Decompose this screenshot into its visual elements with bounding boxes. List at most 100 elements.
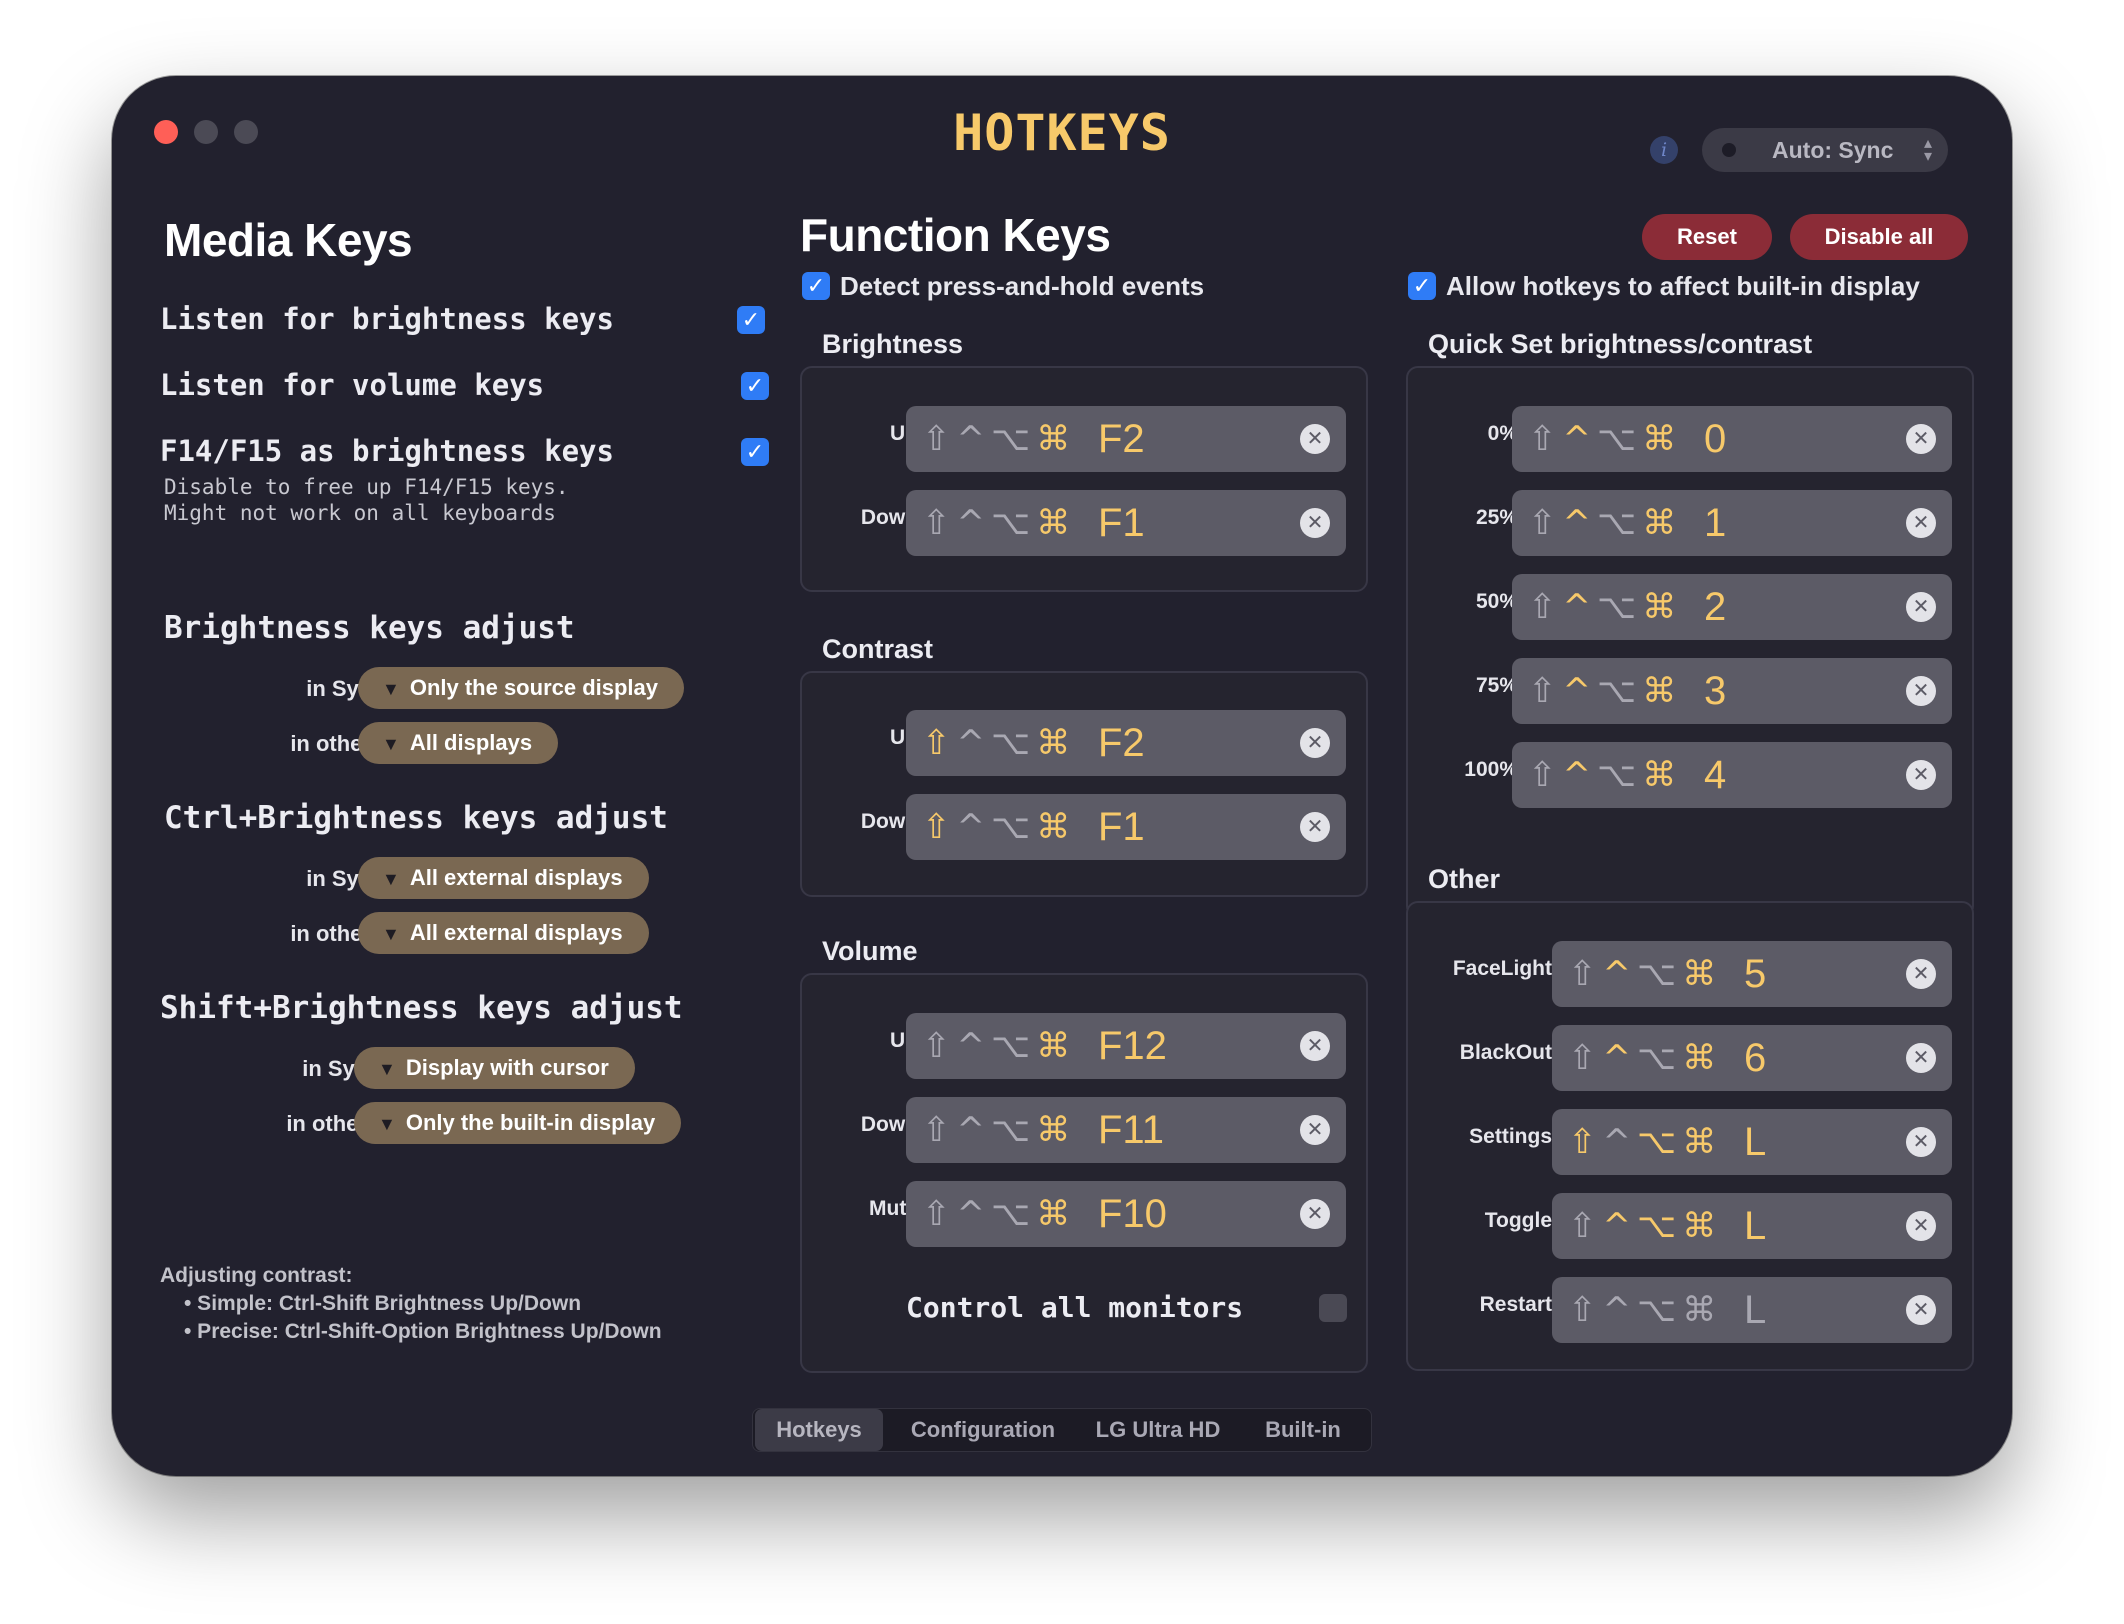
volume-up-hotkey[interactable]: ⇧^⌥⌘ F12 ✕: [906, 1013, 1346, 1079]
brightness-adjust-title: Brightness keys adjust: [164, 610, 575, 646]
clear-hotkey-icon[interactable]: ✕: [1906, 760, 1936, 790]
hotkey-key: F1: [1098, 805, 1145, 849]
brightness-sync-dropdown[interactable]: ▼ Only the source display: [358, 667, 685, 709]
clear-hotkey-icon[interactable]: ✕: [1300, 1031, 1330, 1061]
quick-set-group-title: Quick Set brightness/contrast: [1428, 329, 1813, 359]
contrast-up-hotkey[interactable]: ⇧^⌥⌘ F2 ✕: [906, 710, 1346, 776]
detect-hold-checkbox[interactable]: ✓: [802, 272, 830, 300]
sync-status-dot: [1722, 143, 1736, 157]
volume-down-hotkey[interactable]: ⇧^⌥⌘ F11 ✕: [906, 1097, 1346, 1163]
control-all-monitors-checkbox[interactable]: [1319, 1294, 1347, 1322]
tab-built-in[interactable]: Built-in: [1243, 1409, 1363, 1451]
clear-hotkey-icon[interactable]: ✕: [1906, 1043, 1936, 1073]
brightness-up-label: Up: [890, 422, 918, 445]
volume-keys-label: Listen for volume keys: [160, 368, 545, 402]
quick-set-50-label: 50%: [1475, 590, 1518, 613]
triangle-down-icon: ▼: [382, 679, 400, 699]
triangle-down-icon: ▼: [378, 1114, 396, 1134]
modifier-keys: ⇧^⌥⌘: [1568, 1206, 1723, 1246]
facelight-hotkey[interactable]: ⇧^⌥⌘ 5 ✕: [1552, 941, 1952, 1007]
ctrl-brightness-other-dropdown[interactable]: ▼ All external displays: [358, 912, 649, 954]
volume-keys-checkbox[interactable]: ✓: [741, 372, 769, 400]
facelight-label: FaceLight: [1452, 957, 1552, 980]
hotkey-key: 4: [1704, 753, 1727, 797]
quick-set-0-label: 0%: [1487, 422, 1518, 445]
brightness-other-dropdown[interactable]: ▼ All displays: [358, 722, 559, 764]
allow-builtin-checkbox[interactable]: ✓: [1408, 272, 1436, 300]
clear-hotkey-icon[interactable]: ✕: [1300, 812, 1330, 842]
tab-configuration[interactable]: Configuration: [893, 1409, 1073, 1451]
clear-hotkey-icon[interactable]: ✕: [1906, 1295, 1936, 1325]
contrast-help-precise: • Precise: Ctrl-Shift-Option Brightness …: [184, 1320, 662, 1343]
clear-hotkey-icon[interactable]: ✕: [1300, 508, 1330, 538]
modifier-keys: ⇧^⌥⌘: [1528, 671, 1683, 711]
hotkey-key: 0: [1704, 417, 1727, 461]
disable-all-button[interactable]: Disable all: [1790, 214, 1968, 260]
modifier-keys: ⇧^⌥⌘: [1568, 1038, 1723, 1078]
reset-button[interactable]: Reset: [1642, 214, 1772, 260]
allow-builtin-label: Allow hotkeys to affect built-in display: [1446, 271, 1920, 301]
brightness-down-label: Down: [860, 506, 918, 529]
settings-hotkey[interactable]: ⇧^⌥⌘ L ✕: [1552, 1109, 1952, 1175]
restart-hotkey[interactable]: ⇧^⌥⌘ L ✕: [1552, 1277, 1952, 1343]
quick-set-75-label: 75%: [1475, 674, 1518, 697]
toggle-hotkey[interactable]: ⇧^⌥⌘ L ✕: [1552, 1193, 1952, 1259]
clear-hotkey-icon[interactable]: ✕: [1300, 1115, 1330, 1145]
contrast-help-note: Adjusting contrast: • Simple: Ctrl-Shift…: [160, 1262, 662, 1346]
clear-hotkey-icon[interactable]: ✕: [1906, 1127, 1936, 1157]
contrast-group-box: [800, 671, 1368, 897]
chevron-updown-icon: ▴ ▾: [1923, 135, 1932, 165]
clear-hotkey-icon[interactable]: ✕: [1906, 959, 1936, 989]
quick-set-100-hotkey[interactable]: ⇧^⌥⌘ 4 ✕: [1512, 742, 1952, 808]
modifier-keys: ⇧^⌥⌘: [1568, 1122, 1723, 1162]
contrast-help-title: Adjusting contrast:: [160, 1264, 353, 1287]
shift-brightness-other-dropdown[interactable]: ▼ Only the built-in display: [354, 1102, 682, 1144]
hotkey-key: F2: [1098, 417, 1145, 461]
brightness-keys-checkbox[interactable]: ✓: [737, 306, 765, 334]
sync-mode-select[interactable]: Auto: Sync ▴ ▾: [1702, 128, 1948, 172]
clear-hotkey-icon[interactable]: ✕: [1906, 592, 1936, 622]
clear-hotkey-icon[interactable]: ✕: [1300, 728, 1330, 758]
shift-brightness-sync-dropdown[interactable]: ▼ Display with cursor: [354, 1047, 635, 1089]
hotkey-key: L: [1744, 1288, 1767, 1332]
ctrl-brightness-sync-dropdown[interactable]: ▼ All external displays: [358, 857, 649, 899]
triangle-down-icon: ▼: [382, 734, 400, 754]
brightness-up-hotkey[interactable]: ⇧^⌥⌘ F2 ✕: [906, 406, 1346, 472]
clear-hotkey-icon[interactable]: ✕: [1906, 508, 1936, 538]
shift-brightness-adjust-title: Shift+Brightness keys adjust: [160, 990, 683, 1026]
modifier-keys: ⇧^⌥⌘: [922, 723, 1077, 763]
triangle-down-icon: ▼: [378, 1059, 396, 1079]
brightness-down-hotkey[interactable]: ⇧^⌥⌘ F1 ✕: [906, 490, 1346, 556]
modifier-keys: ⇧^⌥⌘: [1528, 587, 1683, 627]
info-icon[interactable]: i: [1650, 136, 1678, 164]
quick-set-75-hotkey[interactable]: ⇧^⌥⌘ 3 ✕: [1512, 658, 1952, 724]
modifier-keys: ⇧^⌥⌘: [1528, 503, 1683, 543]
clear-hotkey-icon[interactable]: ✕: [1906, 676, 1936, 706]
restart-label: Restart: [1479, 1293, 1552, 1316]
modifier-keys: ⇧^⌥⌘: [922, 807, 1077, 847]
blackout-hotkey[interactable]: ⇧^⌥⌘ 6 ✕: [1552, 1025, 1952, 1091]
media-keys-title: Media Keys: [164, 214, 413, 266]
modifier-keys: ⇧^⌥⌘: [1568, 954, 1723, 994]
quick-set-25-hotkey[interactable]: ⇧^⌥⌘ 1 ✕: [1512, 490, 1952, 556]
hotkey-key: F2: [1098, 721, 1145, 765]
clear-hotkey-icon[interactable]: ✕: [1906, 1211, 1936, 1241]
tab-hotkeys[interactable]: Hotkeys: [755, 1409, 883, 1451]
f14-f15-checkbox[interactable]: ✓: [741, 438, 769, 466]
hotkey-key: 5: [1744, 952, 1767, 996]
contrast-down-hotkey[interactable]: ⇧^⌥⌘ F1 ✕: [906, 794, 1346, 860]
f14-note-line-1: Disable to free up F14/F15 keys.: [164, 475, 569, 499]
tab-lg-ultra-hd[interactable]: LG Ultra HD: [1083, 1409, 1233, 1451]
contrast-up-label: Up: [890, 726, 918, 749]
other-group-title: Other: [1428, 864, 1501, 894]
clear-hotkey-icon[interactable]: ✕: [1300, 1199, 1330, 1229]
blackout-label: BlackOut: [1459, 1041, 1552, 1064]
hotkey-key: F11: [1098, 1108, 1164, 1152]
quick-set-50-hotkey[interactable]: ⇧^⌥⌘ 2 ✕: [1512, 574, 1952, 640]
clear-hotkey-icon[interactable]: ✕: [1300, 424, 1330, 454]
clear-hotkey-icon[interactable]: ✕: [1906, 424, 1936, 454]
volume-mute-hotkey[interactable]: ⇧^⌥⌘ F10 ✕: [906, 1181, 1346, 1247]
brightness-keys-label: Listen for brightness keys: [160, 302, 614, 336]
quick-set-0-hotkey[interactable]: ⇧^⌥⌘ 0 ✕: [1512, 406, 1952, 472]
brightness-group-box: [800, 366, 1368, 592]
